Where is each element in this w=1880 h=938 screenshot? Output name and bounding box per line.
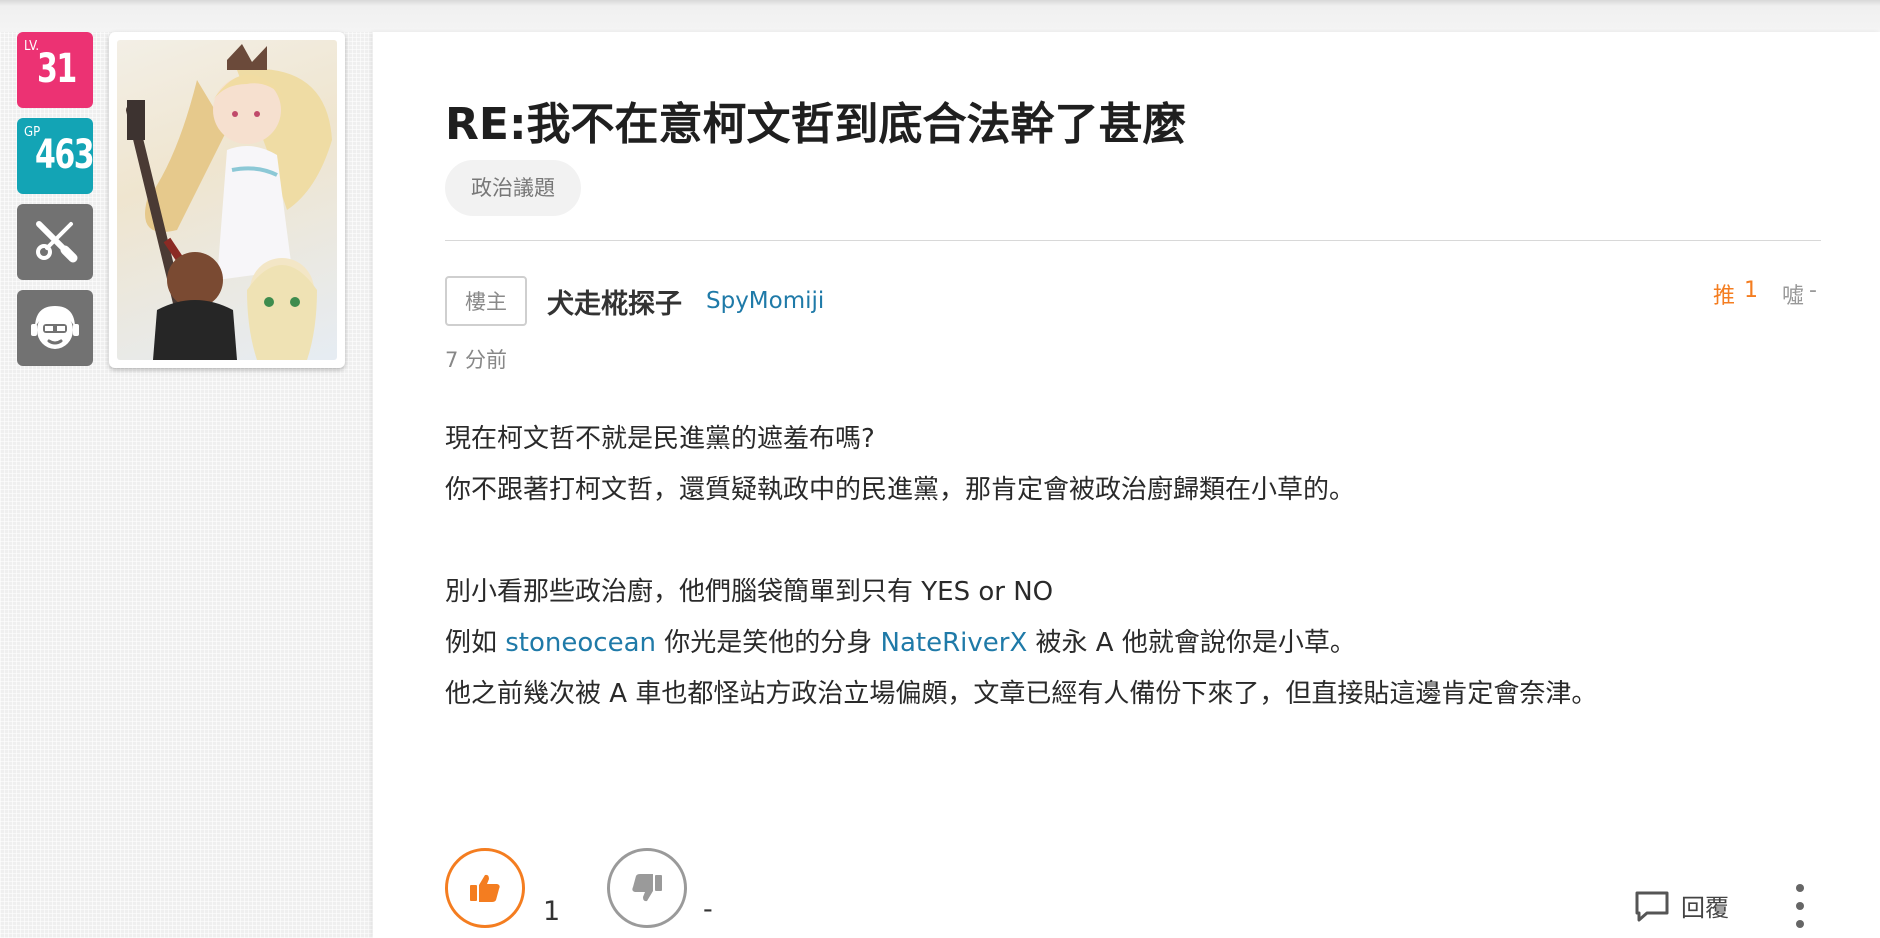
author-name[interactable]: 犬走椛探子 (547, 282, 682, 321)
body-line: 他之前幾次被 A 車也都怪站方政治立場偏頗，文章已經有人備份下來了，但直接貼這邊… (445, 679, 1598, 709)
op-badge: 樓主 (445, 276, 527, 326)
thumbs-up-icon (470, 874, 500, 902)
thumbs-down-icon (632, 874, 662, 902)
category-tag[interactable]: 政治議題 (445, 160, 581, 216)
mention-text-middle: 你光是笑他的分身 (656, 628, 881, 658)
level-badge[interactable]: LV. 31 (17, 32, 93, 108)
level-value: 31 (37, 46, 77, 92)
post-time: 7 分前 (445, 348, 508, 372)
body-line: 現在柯文哲不就是民進黨的遮羞布嗎? (445, 424, 875, 454)
post-panel: RE:我不在意柯文哲到底合法幹了甚麼 政治議題 樓主 犬走椛探子 SpyMomi… (373, 32, 1880, 938)
author-id[interactable]: SpyMomiji (706, 288, 824, 314)
gp-badge[interactable]: GP 463 (17, 118, 95, 194)
push-count: 1 (1744, 278, 1758, 303)
dislike-button[interactable] (607, 848, 687, 928)
boo-label: 噓 (1782, 284, 1805, 309)
more-dot-icon (1796, 920, 1804, 928)
more-dot-icon (1796, 902, 1804, 910)
post-body: 現在柯文哲不就是民進黨的遮羞布嗎? 你不跟著打柯文哲，還質疑執政中的民進黨，那肯… (445, 414, 1845, 720)
mention-text-after: 被永 A 他就會說你是小草。 (1027, 628, 1356, 658)
comment-icon (1635, 891, 1669, 921)
top-bar (0, 0, 1880, 32)
like-button[interactable] (445, 848, 525, 928)
gp-value: 463 (35, 132, 95, 178)
boo-count: - (1809, 278, 1817, 303)
face-icon (31, 306, 79, 349)
mention-line: 例如 stoneocean 你光是笑他的分身 NateRiverX 被永 A 他… (445, 618, 1845, 669)
mention-text-before: 例如 (445, 628, 506, 658)
mention-link-nateriverx[interactable]: NateRiverX (881, 628, 1028, 658)
face-button[interactable] (17, 290, 93, 366)
reply-label: 回覆 (1681, 894, 1729, 922)
more-dot-icon (1796, 884, 1804, 892)
tools-button[interactable] (17, 204, 93, 280)
more-options-button[interactable] (1788, 884, 1812, 928)
post-title: RE:我不在意柯文哲到底合法幹了甚麼 (445, 99, 1187, 150)
dislike-count: - (703, 894, 713, 925)
avatar (117, 40, 337, 360)
like-count: 1 (543, 896, 561, 927)
tools-icon (36, 221, 78, 263)
mention-link-stoneocean[interactable]: stoneocean (505, 628, 656, 658)
push-label: 推 (1713, 284, 1736, 309)
body-line: 你不跟著打柯文哲，還質疑執政中的民進黨，那肯定會被政治廚歸類在小草的。 (445, 475, 1356, 505)
body-line: 別小看那些政治廚，他們腦袋簡單到只有 YES or NO (445, 577, 1054, 607)
reply-button[interactable]: 回覆 (1633, 888, 1729, 923)
divider (445, 240, 1821, 241)
avatar-card[interactable] (109, 32, 345, 368)
